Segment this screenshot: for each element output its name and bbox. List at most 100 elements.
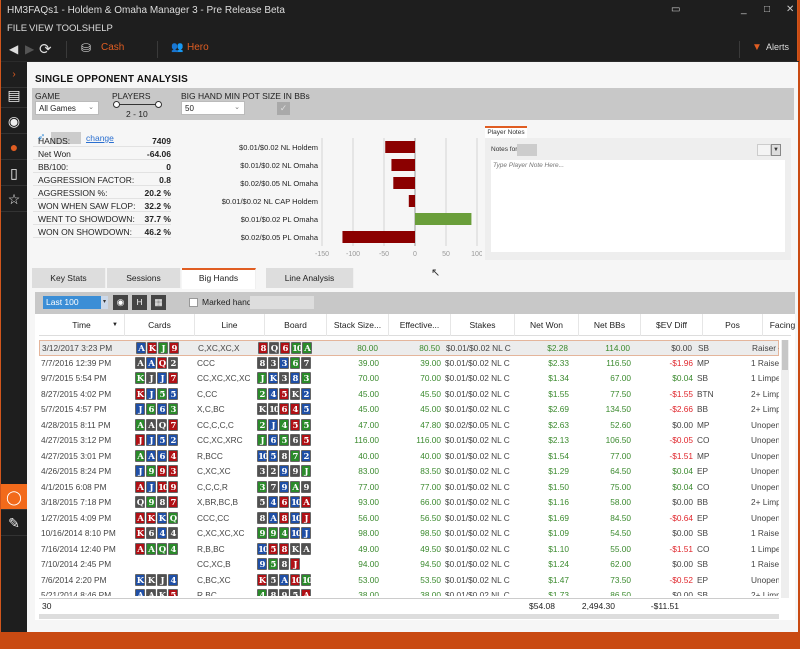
stat-row: AGGRESSION %: 20.2 % xyxy=(33,186,171,199)
grid-view-icon[interactable]: ▦ xyxy=(151,295,166,310)
refresh-icon[interactable]: ⟳ xyxy=(39,40,52,58)
tab-sessions[interactable]: Sessions xyxy=(107,268,181,288)
column-header[interactable]: Net Won xyxy=(515,314,579,336)
opponent-icon[interactable]: ● xyxy=(1,134,27,160)
column-header[interactable]: Cards xyxy=(125,314,195,336)
column-header[interactable]: Effective... xyxy=(389,314,451,336)
stat-row: AGGRESSION FACTOR: 0.8 xyxy=(33,173,171,186)
reports-icon[interactable]: ▤ xyxy=(1,82,27,108)
playing-card: 8 xyxy=(258,342,268,354)
cell-cards: AA64 xyxy=(135,449,179,462)
range-select[interactable]: Last 100 xyxy=(43,296,101,309)
table-row[interactable]: 5/21/2014 8:46 PM A A K 5 R,BC 4 8 9 5 A 38.00 38.00… xyxy=(39,588,779,596)
column-header[interactable]: Stack Size... xyxy=(327,314,389,336)
cell-pos: CO xyxy=(697,435,710,445)
player-notes-tab[interactable]: Player Notes xyxy=(485,126,527,138)
cell-net-bbs: 54.50 xyxy=(610,528,631,538)
table-row[interactable]: 1/27/2015 4:09 PM A K K Q CCC,CC 8 A 8 10 J 56.00 56… xyxy=(39,511,779,527)
color-label-swatch[interactable] xyxy=(757,144,771,156)
playing-card: A xyxy=(135,542,145,555)
apply-check-button[interactable]: ✓ xyxy=(277,102,290,115)
column-header[interactable]: Net BBs xyxy=(579,314,641,336)
playing-card: 2 xyxy=(168,434,178,446)
playing-card: 9 xyxy=(146,496,156,508)
table-row[interactable]: 4/1/2015 6:08 PM A J 10 9 C,C,C,R 3 7 9 A 9 77.00 77… xyxy=(39,480,779,496)
menu-tools[interactable]: TOOLS xyxy=(56,23,88,34)
column-header[interactable]: Stakes xyxy=(451,314,515,336)
playing-card: 9 xyxy=(257,558,267,570)
star-icon[interactable]: ☆ xyxy=(1,186,27,212)
table-row[interactable]: 4/28/2015 8:11 PM A A Q 7 CC,C,C,C 2 J 4 5 5 47.00 4… xyxy=(39,418,779,434)
playing-card: A xyxy=(268,511,278,524)
playing-card: 8 xyxy=(257,356,267,369)
grid-footer: 30 $54.08 2,494.30 -$11.51 xyxy=(39,598,779,612)
hero-button[interactable]: Hero xyxy=(187,42,209,53)
hud-h-button[interactable]: H xyxy=(132,295,147,310)
marked-hands-checkbox[interactable] xyxy=(189,298,198,307)
playing-card: 8 xyxy=(279,511,289,524)
notes-edit-icon[interactable]: ✎ xyxy=(1,510,27,536)
tab-line-analysis[interactable]: Line Analysis xyxy=(266,268,354,288)
column-header[interactable]: Board xyxy=(265,314,327,336)
chat-icon[interactable]: ◯ xyxy=(1,484,27,510)
players-slider-min-handle[interactable] xyxy=(113,101,120,108)
table-row[interactable]: 8/27/2015 4:02 PM K J 5 5 C,CC 2 4 5 K 2 45.00 45.50… xyxy=(39,387,779,403)
player-note-input[interactable] xyxy=(491,160,785,252)
table-row[interactable]: 7/7/2016 12:39 PM A A Q 2 CCC 8 3 3 6 7 39.00 39.00 $… xyxy=(39,356,779,372)
forward-arrow-icon[interactable]: ▶ xyxy=(25,42,34,56)
playing-card: 9 xyxy=(290,465,300,477)
horizontal-scrollbar[interactable] xyxy=(39,614,779,619)
page-title: SINGLE OPPONENT ANALYSIS xyxy=(35,74,188,85)
column-header[interactable]: Time ▼ xyxy=(39,314,125,336)
close-button[interactable]: ✕ xyxy=(786,4,794,15)
table-row[interactable]: 7/16/2014 12:40 PM A A Q 4 R,B,BC 10 5 8 K A 49.00 4… xyxy=(39,542,779,558)
cash-button[interactable]: Cash xyxy=(101,42,124,53)
marked-hands-filter[interactable] xyxy=(250,296,314,309)
cell-effective: 56.50 xyxy=(420,512,441,523)
column-header[interactable]: Pos xyxy=(703,314,763,336)
tab-key-stats[interactable]: Key Stats xyxy=(32,268,106,288)
column-header[interactable]: Facing xyxy=(763,314,800,336)
players-slider-max-handle[interactable] xyxy=(155,101,162,108)
table-row[interactable]: 4/27/2015 3:01 PM A A 6 4 R,BCC 10 5 8 7 2 40.00 40.… xyxy=(39,449,779,465)
cell-ev-diff: $0.00 xyxy=(672,590,693,596)
stat-row: Net Won -64.06 xyxy=(33,147,171,160)
column-header[interactable]: $EV Diff xyxy=(641,314,703,336)
maximize-button[interactable]: □ xyxy=(764,4,770,15)
playing-card: 5 xyxy=(290,418,300,431)
menu-view[interactable]: VIEW xyxy=(29,23,53,34)
table-row[interactable]: 7/6/2014 2:20 PM K K J 4 C,BC,XC K 5 A 1010 53.00 5… xyxy=(39,573,779,589)
table-row[interactable]: 3/18/2015 7:18 PM Q 9 8 7 X,BR,BC,B 5 4 6 10 A 93.0… xyxy=(39,495,779,511)
view-eye-button[interactable]: ◉ xyxy=(113,295,128,310)
game-select[interactable]: All Games ⌄ xyxy=(35,101,99,115)
replayer-icon[interactable]: ▯ xyxy=(1,160,27,186)
table-row[interactable]: 4/27/2015 3:12 PM J J 5 2 CC,XC,XRC J 6 5 6 5 116.0… xyxy=(39,433,779,449)
minimize-button[interactable]: _ xyxy=(741,4,747,15)
vertical-scrollbar[interactable] xyxy=(781,340,789,598)
menu-file[interactable]: FILE xyxy=(7,23,27,34)
alerts-button[interactable]: Alerts xyxy=(766,42,789,52)
table-row[interactable]: 9/7/2015 5:54 PM K J J 7 CC,XC,XC,XC J K 3 8 3 70.0… xyxy=(39,371,779,387)
playing-card: A xyxy=(146,589,156,596)
playing-card: 3 xyxy=(268,356,278,369)
playing-card: 9 xyxy=(279,480,289,493)
eye-icon[interactable]: ◉ xyxy=(1,108,27,134)
cell-pos: SB xyxy=(697,528,709,538)
column-header[interactable]: Line xyxy=(195,314,265,336)
table-row[interactable]: 7/10/2014 2:45 PM CC,XC,B 9 5 8 J 94.00 94.50 $0… xyxy=(39,557,779,573)
stat-value: 7409 xyxy=(152,136,171,146)
table-row[interactable]: 3/12/2017 3:23 PM A K J 9 C,XC,XC,X 8 Q 6 10 A 80.0… xyxy=(39,340,779,356)
tab-big-hands[interactable]: Big Hands xyxy=(182,268,256,289)
table-row[interactable]: 4/26/2015 8:24 PM J 9 9 3 C,XC,XC 3 2 9 9 J 83.00 83… xyxy=(39,464,779,480)
bighand-select[interactable]: 50 ⌄ xyxy=(181,101,245,115)
range-chevron-icon[interactable]: ▾ xyxy=(101,296,108,309)
restore-view-icon[interactable]: ▭ xyxy=(671,4,680,15)
menu-help[interactable]: HELP xyxy=(88,23,113,34)
table-row[interactable]: 5/7/2015 4:57 PM J 6 6 3 X,C,BC K 10 6 4 5 45.00 45.… xyxy=(39,402,779,418)
playing-card: 10 xyxy=(257,449,269,462)
scroll-thumb[interactable] xyxy=(782,340,788,370)
color-dropdown-chevron-icon[interactable]: ▼ xyxy=(771,144,781,156)
playing-card: 7 xyxy=(168,372,178,384)
back-arrow-icon[interactable]: ◀ xyxy=(9,42,18,56)
table-row[interactable]: 10/16/2014 8:10 PM K 6 4 4 C,XC,XC,XC 9 9 4 10 J 98… xyxy=(39,526,779,542)
